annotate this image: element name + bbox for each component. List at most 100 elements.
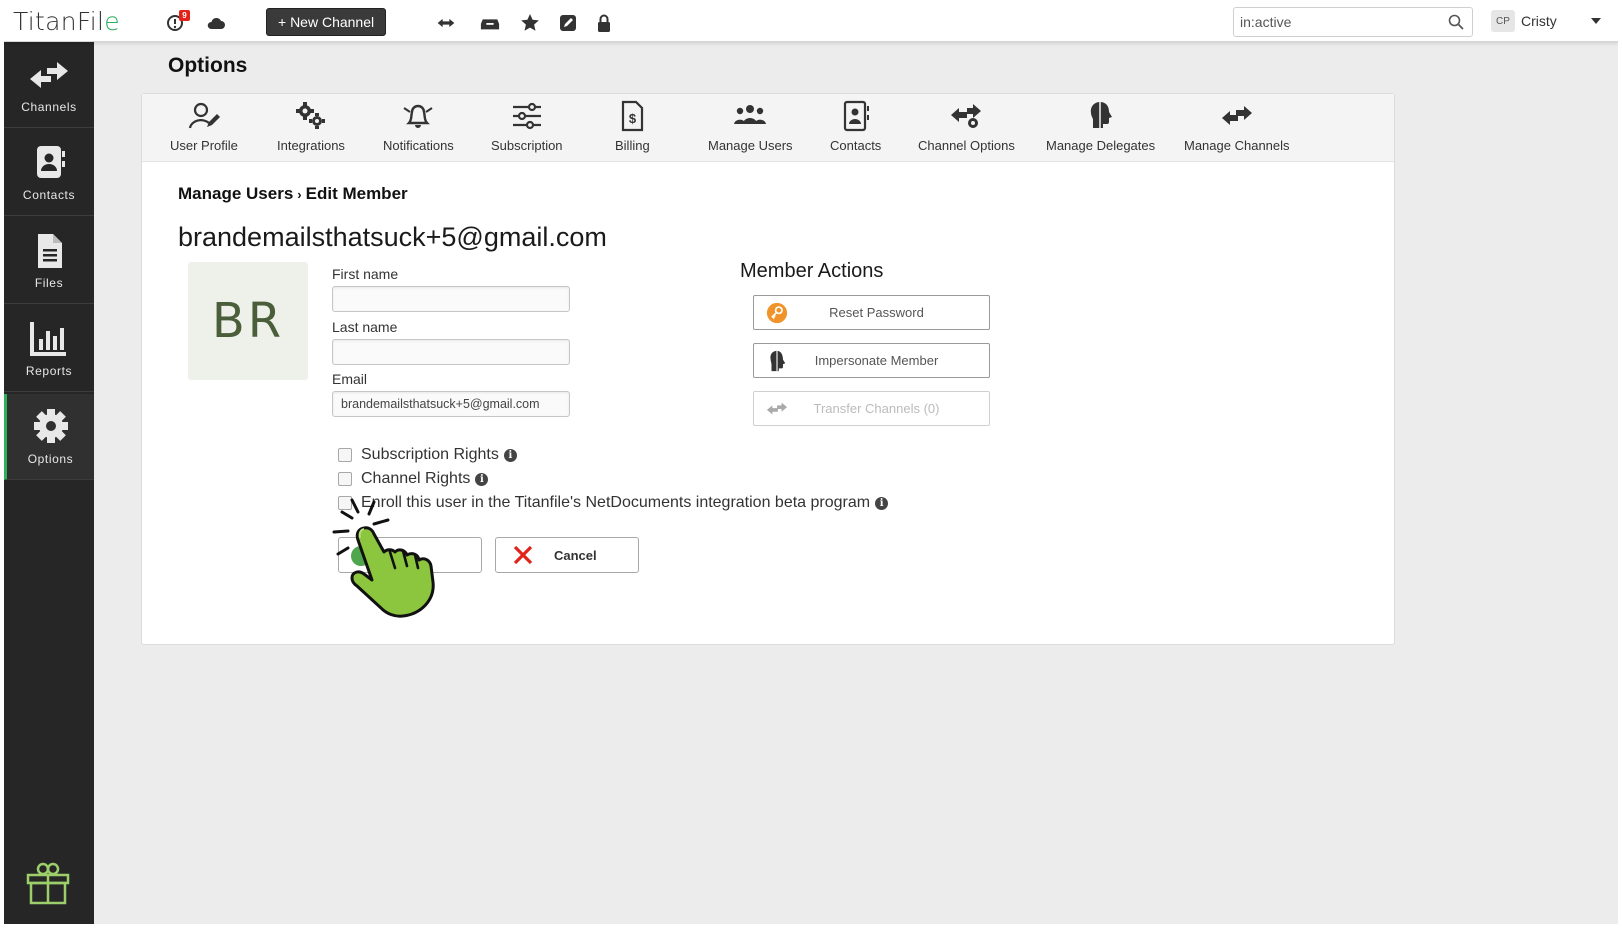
tab-notifications[interactable]: Notifications (383, 100, 454, 158)
star-icon[interactable] (518, 12, 542, 34)
tab-label: Manage Delegates (1046, 138, 1156, 153)
tab-integrations[interactable]: Integrations (277, 100, 345, 158)
tab-channel-options[interactable]: Channel Options (918, 100, 1015, 158)
tab-label: Manage Channels (1184, 138, 1290, 153)
titanfile-logo[interactable]: TitanFile (13, 7, 120, 36)
impersonate-member-button[interactable]: Impersonate Member (753, 343, 990, 378)
sidebar-item-reports[interactable]: Reports (4, 306, 94, 392)
sidebar-item-channels[interactable]: Channels (4, 42, 94, 128)
svg-text:$: $ (629, 111, 637, 126)
new-channel-button[interactable]: + New Channel (266, 8, 387, 36)
sidebar-item-label: Contacts (22, 188, 76, 202)
tab-manage-delegates[interactable]: Manage Delegates (1046, 100, 1155, 158)
tab-manage-channels[interactable]: Manage Channels (1184, 100, 1290, 158)
checkbox-label: Subscription Rights (361, 446, 499, 463)
edit-icon[interactable] (556, 12, 580, 34)
sidebar-item-options[interactable]: Options (4, 394, 94, 480)
sliders-icon (512, 102, 541, 130)
gear-icon (33, 409, 68, 443)
tab-label: Contacts (830, 138, 882, 153)
transfer-arrows-icon (1221, 106, 1252, 125)
transfer-icon[interactable] (434, 12, 458, 34)
transfer-arrows-icon (30, 62, 68, 88)
sidebar-item-files[interactable]: Files (4, 218, 94, 304)
breadcrumb-separator: › (297, 187, 302, 202)
caret-down-icon[interactable] (1591, 18, 1601, 24)
email-label: Email (332, 371, 368, 387)
subscription-rights-row: Subscription Rights i (338, 446, 517, 464)
tab-billing[interactable]: $ Billing (615, 100, 650, 158)
sidebar: Channels Contacts Files Reports Options (4, 42, 94, 924)
breadcrumb-parent[interactable]: Manage Users (178, 184, 293, 203)
tab-label: User Profile (170, 138, 238, 153)
gears-icon (295, 102, 325, 129)
reset-password-label: Reset Password (829, 305, 924, 320)
breadcrumb: Manage Users › Edit Member (178, 184, 408, 204)
tab-manage-users[interactable]: Manage Users (708, 100, 793, 158)
transfer-arrows-icon (766, 402, 788, 415)
users-icon (734, 105, 767, 124)
tab-label: Channel Options (918, 138, 1015, 153)
head-icon (770, 350, 786, 372)
search-input[interactable] (1234, 8, 1434, 36)
inbox-icon[interactable] (478, 12, 502, 34)
user-name: Cristy (1521, 13, 1557, 29)
tab-user-profile[interactable]: User Profile (170, 100, 238, 158)
member-avatar: BR (188, 262, 308, 380)
tab-label: Billing (615, 138, 650, 153)
logo-accent: e (104, 7, 120, 36)
email-field[interactable] (332, 391, 570, 417)
head-icon (1090, 102, 1112, 130)
user-menu[interactable]: CP Cristy (1491, 10, 1557, 32)
file-icon (38, 234, 62, 268)
options-tabs: User Profile Integrations Notifications … (142, 94, 1394, 162)
pointing-hand-icon (332, 498, 435, 618)
close-icon (513, 545, 533, 565)
contact-card-icon (37, 146, 65, 178)
key-icon (766, 302, 788, 324)
info-icon[interactable]: i (875, 496, 889, 510)
sidebar-item-label: Options (27, 452, 74, 466)
subscription-rights-checkbox[interactable] (338, 448, 352, 462)
tab-label: Notifications (383, 138, 454, 153)
cancel-label: Cancel (554, 547, 597, 563)
tab-label: Subscription (491, 138, 563, 153)
member-email-heading: brandemailsthatsuck+5@gmail.com (178, 222, 607, 252)
tab-contacts[interactable]: Contacts (830, 100, 881, 158)
first-name-label: First name (332, 266, 399, 282)
last-name-label: Last name (332, 319, 398, 335)
info-icon[interactable]: i (475, 472, 489, 486)
page-title: Options (168, 54, 248, 77)
lock-icon[interactable] (592, 12, 616, 34)
notification-badge: 9 (179, 10, 190, 21)
user-edit-icon (188, 102, 220, 129)
channel-gear-icon (951, 104, 982, 128)
search-box (1233, 7, 1473, 37)
last-name-field[interactable] (332, 339, 570, 365)
tab-label: Integrations (277, 138, 345, 153)
top-bar: TitanFile 9 + New Channel CP (4, 4, 1618, 42)
breadcrumb-current: Edit Member (305, 184, 408, 203)
member-actions-title: Member Actions (740, 260, 884, 282)
app-window: TitanFile 9 + New Channel CP (4, 4, 1618, 924)
info-icon[interactable]: i (503, 448, 517, 462)
first-name-field[interactable] (332, 286, 570, 312)
tab-subscription[interactable]: Subscription (491, 100, 563, 158)
cloud-icon[interactable] (204, 12, 228, 34)
transfer-channels-label: Transfer Channels (0) (813, 401, 940, 416)
cancel-button[interactable]: Cancel (495, 537, 639, 573)
sidebar-item-label: Reports (25, 364, 73, 378)
sidebar-item-label: Files (34, 276, 64, 290)
user-avatar: CP (1491, 10, 1515, 32)
transfer-channels-button[interactable]: Transfer Channels (0) (753, 391, 990, 426)
bell-icon (403, 104, 433, 128)
search-icon[interactable] (1448, 14, 1464, 30)
logo-text: TitanFil (13, 7, 105, 36)
checkbox-label: Channel Rights (361, 470, 471, 487)
sidebar-item-label: Channels (21, 100, 77, 114)
channel-rights-checkbox[interactable] (338, 472, 352, 486)
sidebar-item-contacts[interactable]: Contacts (4, 130, 94, 216)
reset-password-button[interactable]: Reset Password (753, 295, 990, 330)
alert-icon[interactable]: 9 (164, 10, 190, 34)
gift-icon[interactable] (24, 858, 72, 906)
